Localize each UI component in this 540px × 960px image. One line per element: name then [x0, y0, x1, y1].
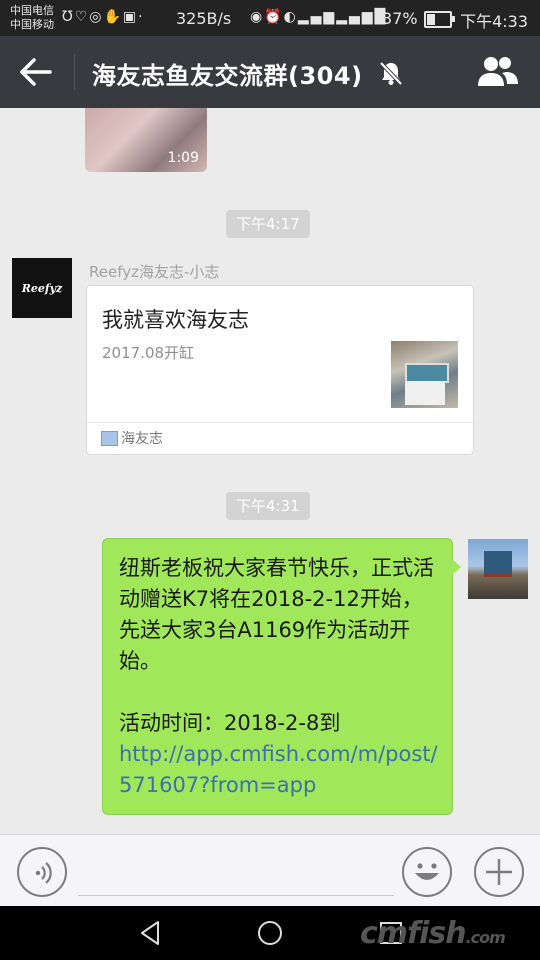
message-text-dates: 活动时间：2018-2-8到	[119, 711, 341, 735]
message-timestamp: 下午4:17	[226, 210, 310, 238]
link-card-description: 2017.08开缸	[102, 344, 195, 362]
watermark-logo: cmfish.com	[360, 916, 506, 951]
video-message[interactable]: 1:09	[85, 108, 207, 172]
nfc-icon: ◉	[250, 9, 265, 25]
watermark-suffix: .com	[465, 928, 506, 947]
people-icon	[478, 57, 518, 86]
header-divider	[74, 54, 75, 90]
pay-icon: ◎	[89, 9, 104, 25]
status-bar: 中国电信 中国移动 Ʊ♡◎✋▣· 325B/s ◉⏰◐▂▄▆▂▄▆█ 37% 下…	[0, 0, 540, 36]
signal-2-icon: ▂▄▆█	[336, 9, 388, 25]
battery-percent: 37%	[382, 9, 418, 28]
mute-bell-icon	[378, 60, 404, 86]
message-link[interactable]: http://app.cmfish.com/m/post/571607?from…	[119, 742, 438, 797]
avatar-logo-text: Reefyz	[21, 281, 63, 295]
link-card-title: 我就喜欢海友志	[102, 308, 249, 332]
heart-icon: ♡	[74, 9, 90, 25]
aquarium-tank-shape	[405, 363, 449, 383]
link-card-divider	[87, 422, 473, 423]
eye-icon: ◐	[283, 9, 298, 25]
watermark-main: cmfish	[360, 916, 467, 951]
message-input[interactable]	[78, 849, 394, 896]
battery-fill	[427, 14, 435, 25]
group-members-button[interactable]	[476, 54, 520, 90]
chat-header: 海友志鱼友交流群(304)	[0, 36, 540, 108]
chat-messages[interactable]: 1:09 下午4:17 Reefyz Reefyz海友志-小志 我就喜欢海友志 …	[0, 108, 540, 834]
temple-image-shape	[484, 551, 512, 577]
circle-home-icon	[258, 921, 282, 945]
back-button[interactable]	[18, 56, 54, 88]
more-options-button[interactable]	[474, 847, 524, 897]
back-arrow-icon	[20, 58, 52, 86]
status-time: 下午4:33	[460, 12, 528, 31]
chat-title: 海友志鱼友交流群(304)	[92, 62, 363, 90]
smiley-icon	[415, 863, 439, 880]
aquarium-stand-shape	[405, 381, 445, 405]
dot-icon: ·	[138, 9, 145, 25]
voice-input-button[interactable]	[17, 847, 67, 897]
message-timestamp: 下午4:31	[226, 492, 310, 520]
sender-name: Reefyz海友志-小志	[89, 263, 220, 281]
nav-back-button[interactable]	[136, 918, 166, 948]
voice-wave-icon	[35, 862, 52, 884]
outgoing-message-bubble[interactable]: 纽斯老板祝大家春节快乐，正式活动赠送K7将在2018-2-12开始，先送大家3台…	[102, 538, 461, 815]
battery-icon	[424, 11, 455, 28]
nav-home-button[interactable]	[255, 918, 285, 948]
message-text: 纽斯老板祝大家春节快乐，正式活动赠送K7将在2018-2-12开始，先送大家3台…	[119, 556, 434, 673]
carrier-1: 中国电信	[10, 4, 54, 17]
link-card-thumbnail	[391, 341, 458, 408]
link-card-message[interactable]: 我就喜欢海友志 2017.08开缸 海友志	[86, 285, 474, 455]
notification-icons: Ʊ♡◎✋▣·	[62, 9, 145, 25]
emoji-button[interactable]	[402, 847, 452, 897]
u-icon: Ʊ	[62, 9, 75, 25]
plus-icon	[486, 859, 512, 885]
my-avatar[interactable]	[468, 539, 528, 599]
carrier-2: 中国移动	[10, 18, 54, 31]
video-duration: 1:09	[167, 150, 199, 166]
triangle-back-icon	[141, 921, 159, 945]
sender-avatar[interactable]: Reefyz	[12, 258, 72, 318]
alarm-icon: ⏰	[264, 9, 284, 25]
input-bar	[0, 834, 540, 907]
system-icons: ◉⏰◐▂▄▆▂▄▆█	[250, 9, 387, 25]
app-icon: ▣	[122, 9, 139, 25]
carrier-names: 中国电信 中国移动	[10, 4, 54, 32]
net-speed: 325B/s	[176, 9, 232, 28]
source-app-icon	[101, 431, 118, 446]
link-card-source: 海友志	[121, 431, 163, 447]
system-nav-bar: cmfish.com	[0, 906, 540, 960]
hand-icon: ✋	[103, 9, 123, 25]
signal-icon: ▂▄▆	[297, 9, 337, 25]
